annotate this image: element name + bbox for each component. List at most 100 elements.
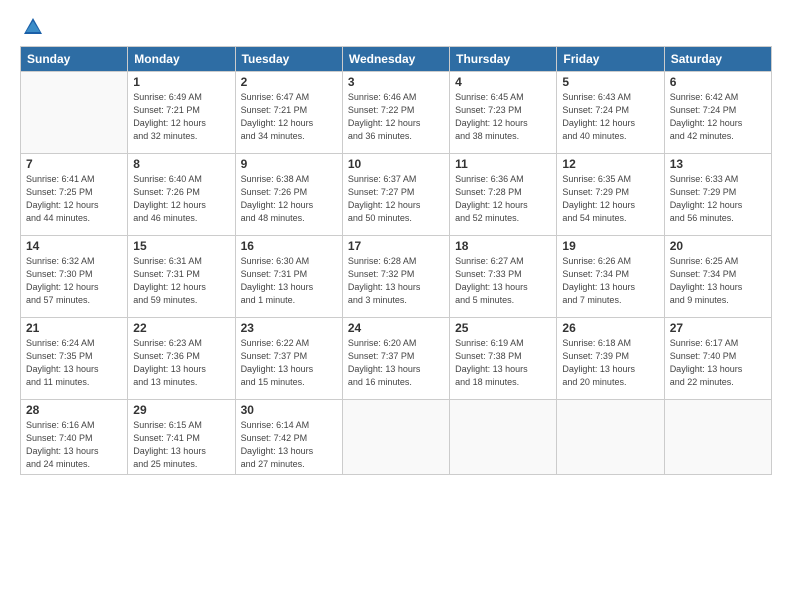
day-info: Sunrise: 6:31 AM Sunset: 7:31 PM Dayligh… <box>133 255 229 307</box>
calendar-day-header: Friday <box>557 47 664 72</box>
calendar-day-cell: 20 Sunrise: 6:25 AM Sunset: 7:34 PM Dayli… <box>664 236 771 318</box>
calendar-week-row: 1Sunrise: 6:49 AM Sunset: 7:21 PM Daylig… <box>21 72 772 154</box>
day-number: 17 <box>348 239 444 253</box>
calendar-day-header: Saturday <box>664 47 771 72</box>
day-info: Sunrise: 6:27 AM Sunset: 7:33 PM Dayligh… <box>455 255 551 307</box>
calendar-day-cell: 17 Sunrise: 6:28 AM Sunset: 7:32 PM Dayli… <box>342 236 449 318</box>
day-info: Sunrise: 6:36 AM Sunset: 7:28 PM Dayligh… <box>455 173 551 225</box>
calendar-day-cell: 4 Sunrise: 6:45 AM Sunset: 7:23 PM Daylig… <box>450 72 557 154</box>
day-info: Sunrise: 6:18 AM Sunset: 7:39 PM Dayligh… <box>562 337 658 389</box>
day-number: 27 <box>670 321 766 335</box>
calendar-day-cell: 2 Sunrise: 6:47 AM Sunset: 7:21 PM Daylig… <box>235 72 342 154</box>
calendar-day-cell: 27 Sunrise: 6:17 AM Sunset: 7:40 PM Dayli… <box>664 318 771 400</box>
day-info: Sunrise: 6:40 AM Sunset: 7:26 PM Dayligh… <box>133 173 229 225</box>
day-number: 8 <box>133 157 229 171</box>
day-info: Sunrise: 6:20 AM Sunset: 7:37 PM Dayligh… <box>348 337 444 389</box>
calendar-table: SundayMondayTuesdayWednesdayThursdayFrid… <box>20 46 772 475</box>
calendar-week-row: 21 Sunrise: 6:24 AM Sunset: 7:35 PM Dayli… <box>21 318 772 400</box>
calendar-day-cell: 6 Sunrise: 6:42 AM Sunset: 7:24 PM Daylig… <box>664 72 771 154</box>
calendar-day-cell: 30 Sunrise: 6:14 AM Sunset: 7:42 PM Dayli… <box>235 400 342 475</box>
day-number: 29 <box>133 403 229 417</box>
day-info: Sunrise: 6:25 AM Sunset: 7:34 PM Dayligh… <box>670 255 766 307</box>
day-number: 2 <box>241 75 337 89</box>
day-number: 25 <box>455 321 551 335</box>
calendar-day-header: Tuesday <box>235 47 342 72</box>
day-number: 7 <box>26 157 122 171</box>
calendar-day-header: Monday <box>128 47 235 72</box>
calendar-day-cell <box>450 400 557 475</box>
day-number: 24 <box>348 321 444 335</box>
day-number: 13 <box>670 157 766 171</box>
day-info: Sunrise: 6:16 AM Sunset: 7:40 PM Dayligh… <box>26 419 122 471</box>
day-info: Sunrise: 6:22 AM Sunset: 7:37 PM Dayligh… <box>241 337 337 389</box>
day-number: 22 <box>133 321 229 335</box>
calendar-day-cell: 23 Sunrise: 6:22 AM Sunset: 7:37 PM Dayli… <box>235 318 342 400</box>
logo-icon <box>22 16 44 38</box>
day-number: 9 <box>241 157 337 171</box>
calendar-day-cell: 28 Sunrise: 6:16 AM Sunset: 7:40 PM Dayli… <box>21 400 128 475</box>
header <box>20 16 772 38</box>
calendar-day-cell: 8 Sunrise: 6:40 AM Sunset: 7:26 PM Daylig… <box>128 154 235 236</box>
calendar-day-cell: 21 Sunrise: 6:24 AM Sunset: 7:35 PM Dayli… <box>21 318 128 400</box>
calendar-day-cell: 12Sunrise: 6:35 AM Sunset: 7:29 PM Dayli… <box>557 154 664 236</box>
day-info: Sunrise: 6:37 AM Sunset: 7:27 PM Dayligh… <box>348 173 444 225</box>
day-info: Sunrise: 6:28 AM Sunset: 7:32 PM Dayligh… <box>348 255 444 307</box>
calendar-day-header: Sunday <box>21 47 128 72</box>
day-number: 4 <box>455 75 551 89</box>
calendar-week-row: 28 Sunrise: 6:16 AM Sunset: 7:40 PM Dayli… <box>21 400 772 475</box>
day-info: Sunrise: 6:45 AM Sunset: 7:23 PM Dayligh… <box>455 91 551 143</box>
calendar-day-header: Wednesday <box>342 47 449 72</box>
calendar-day-cell <box>342 400 449 475</box>
calendar-day-cell: 24 Sunrise: 6:20 AM Sunset: 7:37 PM Dayli… <box>342 318 449 400</box>
calendar-day-cell: 16 Sunrise: 6:30 AM Sunset: 7:31 PM Dayli… <box>235 236 342 318</box>
calendar-week-row: 14Sunrise: 6:32 AM Sunset: 7:30 PM Dayli… <box>21 236 772 318</box>
day-number: 3 <box>348 75 444 89</box>
day-info: Sunrise: 6:46 AM Sunset: 7:22 PM Dayligh… <box>348 91 444 143</box>
day-number: 15 <box>133 239 229 253</box>
calendar-day-cell: 10 Sunrise: 6:37 AM Sunset: 7:27 PM Dayli… <box>342 154 449 236</box>
day-info: Sunrise: 6:17 AM Sunset: 7:40 PM Dayligh… <box>670 337 766 389</box>
day-number: 18 <box>455 239 551 253</box>
day-number: 10 <box>348 157 444 171</box>
day-number: 28 <box>26 403 122 417</box>
day-number: 21 <box>26 321 122 335</box>
calendar-day-cell: 15 Sunrise: 6:31 AM Sunset: 7:31 PM Dayli… <box>128 236 235 318</box>
calendar-day-cell: 25Sunrise: 6:19 AM Sunset: 7:38 PM Dayli… <box>450 318 557 400</box>
calendar-header-row: SundayMondayTuesdayWednesdayThursdayFrid… <box>21 47 772 72</box>
calendar-day-cell: 18 Sunrise: 6:27 AM Sunset: 7:33 PM Dayli… <box>450 236 557 318</box>
day-info: Sunrise: 6:23 AM Sunset: 7:36 PM Dayligh… <box>133 337 229 389</box>
calendar-day-cell: 11 Sunrise: 6:36 AM Sunset: 7:28 PM Dayli… <box>450 154 557 236</box>
calendar-day-cell: 22 Sunrise: 6:23 AM Sunset: 7:36 PM Dayli… <box>128 318 235 400</box>
day-number: 16 <box>241 239 337 253</box>
day-info: Sunrise: 6:47 AM Sunset: 7:21 PM Dayligh… <box>241 91 337 143</box>
calendar-day-cell: 7 Sunrise: 6:41 AM Sunset: 7:25 PM Daylig… <box>21 154 128 236</box>
day-number: 30 <box>241 403 337 417</box>
day-info: Sunrise: 6:42 AM Sunset: 7:24 PM Dayligh… <box>670 91 766 143</box>
day-info: Sunrise: 6:41 AM Sunset: 7:25 PM Dayligh… <box>26 173 122 225</box>
calendar-day-cell: 14Sunrise: 6:32 AM Sunset: 7:30 PM Dayli… <box>21 236 128 318</box>
day-info: Sunrise: 6:24 AM Sunset: 7:35 PM Dayligh… <box>26 337 122 389</box>
calendar-day-cell: 19 Sunrise: 6:26 AM Sunset: 7:34 PM Dayli… <box>557 236 664 318</box>
calendar-day-cell: 5Sunrise: 6:43 AM Sunset: 7:24 PM Daylig… <box>557 72 664 154</box>
calendar-day-cell <box>557 400 664 475</box>
day-number: 26 <box>562 321 658 335</box>
day-info: Sunrise: 6:14 AM Sunset: 7:42 PM Dayligh… <box>241 419 337 471</box>
calendar-week-row: 7 Sunrise: 6:41 AM Sunset: 7:25 PM Daylig… <box>21 154 772 236</box>
calendar-day-cell <box>664 400 771 475</box>
calendar-day-cell <box>21 72 128 154</box>
day-info: Sunrise: 6:38 AM Sunset: 7:26 PM Dayligh… <box>241 173 337 225</box>
day-number: 6 <box>670 75 766 89</box>
day-info: Sunrise: 6:35 AM Sunset: 7:29 PM Dayligh… <box>562 173 658 225</box>
day-number: 11 <box>455 157 551 171</box>
day-info: Sunrise: 6:43 AM Sunset: 7:24 PM Dayligh… <box>562 91 658 143</box>
day-info: Sunrise: 6:30 AM Sunset: 7:31 PM Dayligh… <box>241 255 337 307</box>
calendar-day-cell: 13Sunrise: 6:33 AM Sunset: 7:29 PM Dayli… <box>664 154 771 236</box>
calendar-day-cell: 9 Sunrise: 6:38 AM Sunset: 7:26 PM Daylig… <box>235 154 342 236</box>
day-number: 20 <box>670 239 766 253</box>
day-number: 14 <box>26 239 122 253</box>
calendar-day-header: Thursday <box>450 47 557 72</box>
calendar-day-cell: 26 Sunrise: 6:18 AM Sunset: 7:39 PM Dayli… <box>557 318 664 400</box>
day-number: 19 <box>562 239 658 253</box>
day-number: 23 <box>241 321 337 335</box>
day-info: Sunrise: 6:26 AM Sunset: 7:34 PM Dayligh… <box>562 255 658 307</box>
